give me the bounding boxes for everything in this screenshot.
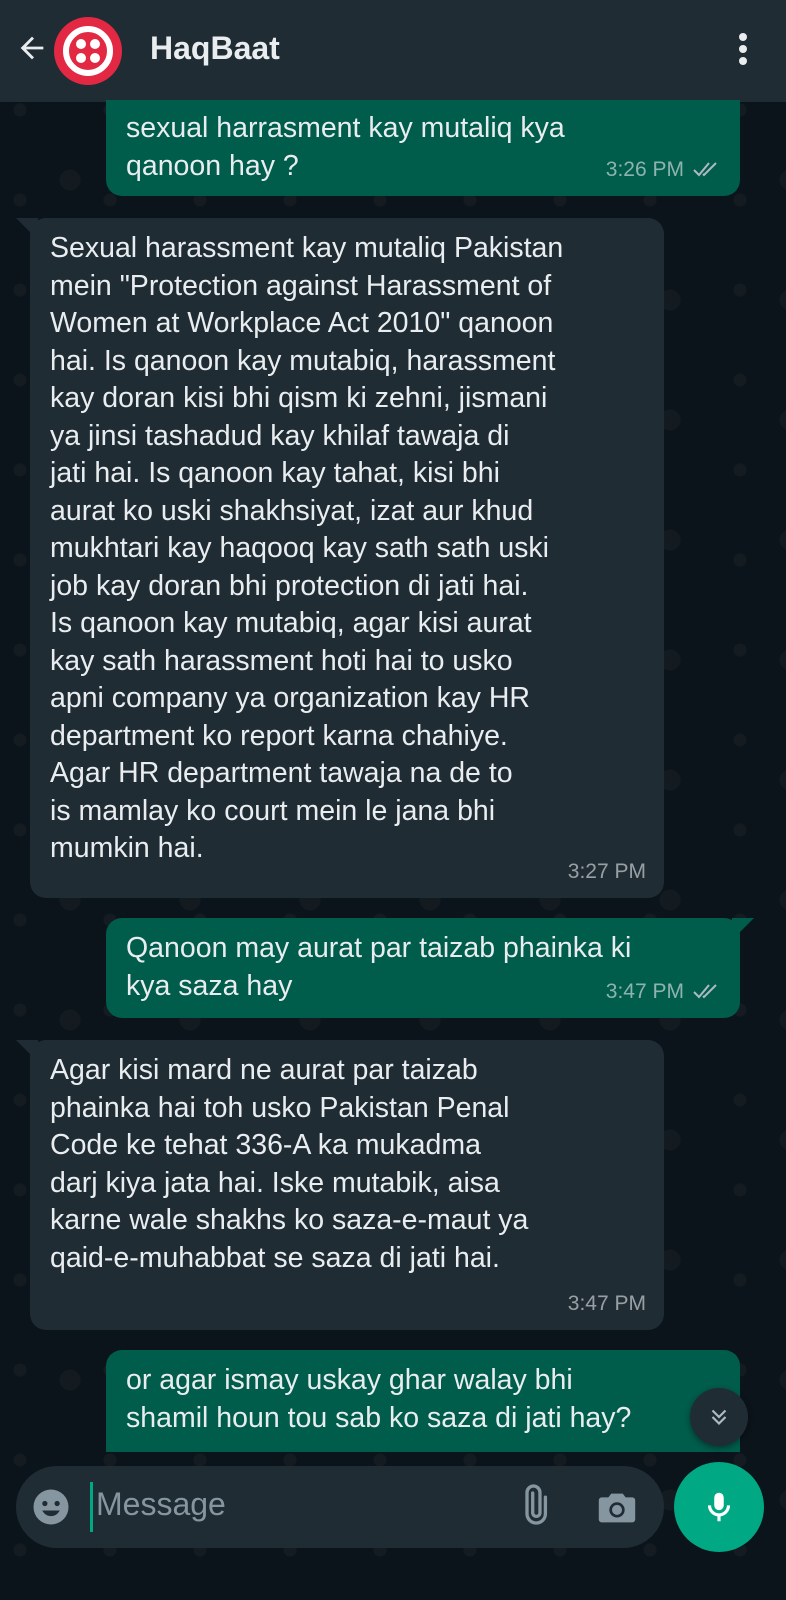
bubble-tail (16, 218, 38, 240)
message-time: 3:47 PM (567, 1291, 646, 1315)
message-text: or agar ismay uskay ghar walay bhi shami… (126, 1364, 632, 1434)
bubble-tail (732, 1350, 740, 1372)
message-composer: Message (16, 1466, 664, 1548)
chat-title[interactable]: HaqBaat (150, 30, 280, 67)
paperclip-icon[interactable] (512, 1484, 556, 1528)
message-time: 3:27 PM (567, 859, 646, 883)
emoji-icon[interactable] (30, 1486, 72, 1528)
more-options-button[interactable] (728, 24, 758, 74)
avatar[interactable] (54, 17, 122, 85)
message-meta: 3:47 PM (606, 973, 722, 1011)
message-incoming[interactable]: Sexual harassment kay mutaliq Pakistan m… (16, 218, 664, 898)
message-outgoing[interactable]: Qanoon may aurat par taizab phainka ki k… (106, 918, 754, 1018)
message-incoming[interactable]: Agar kisi mard ne aurat par taizab phain… (16, 1040, 664, 1330)
message-meta: 3:47 PM (568, 1285, 646, 1323)
double-check-icon (693, 162, 717, 177)
back-button[interactable] (12, 28, 52, 68)
chat-header: HaqBaat (0, 0, 786, 102)
bubble-tail (732, 918, 754, 940)
text-cursor (90, 1482, 93, 1532)
message-input[interactable]: Message (96, 1486, 226, 1523)
microphone-icon (707, 1492, 731, 1522)
message-text: Agar kisi mard ne aurat par taizab phain… (50, 1054, 529, 1274)
bubble-tail (16, 1040, 38, 1062)
message-time: 3:26 PM (605, 157, 684, 181)
message-outgoing[interactable]: sexual harrasment kay mutaliq kya qanoon… (106, 100, 740, 196)
scroll-to-bottom-button[interactable] (690, 1388, 748, 1446)
twilio-logo-icon (63, 26, 113, 76)
message-meta: 3:26 PM (606, 151, 722, 189)
camera-icon[interactable] (594, 1484, 640, 1530)
more-vertical-icon (739, 33, 747, 65)
double-check-icon (693, 984, 717, 999)
voice-message-button[interactable] (674, 1462, 764, 1552)
message-text: Sexual harassment kay mutaliq Pakistan m… (50, 232, 564, 864)
message-meta: 3:27 PM (568, 853, 646, 891)
arrow-left-icon (20, 36, 44, 60)
message-outgoing[interactable]: or agar ismay uskay ghar walay bhi shami… (106, 1350, 740, 1452)
message-time: 3:47 PM (605, 979, 684, 1003)
chevrons-down-icon (711, 1409, 727, 1426)
